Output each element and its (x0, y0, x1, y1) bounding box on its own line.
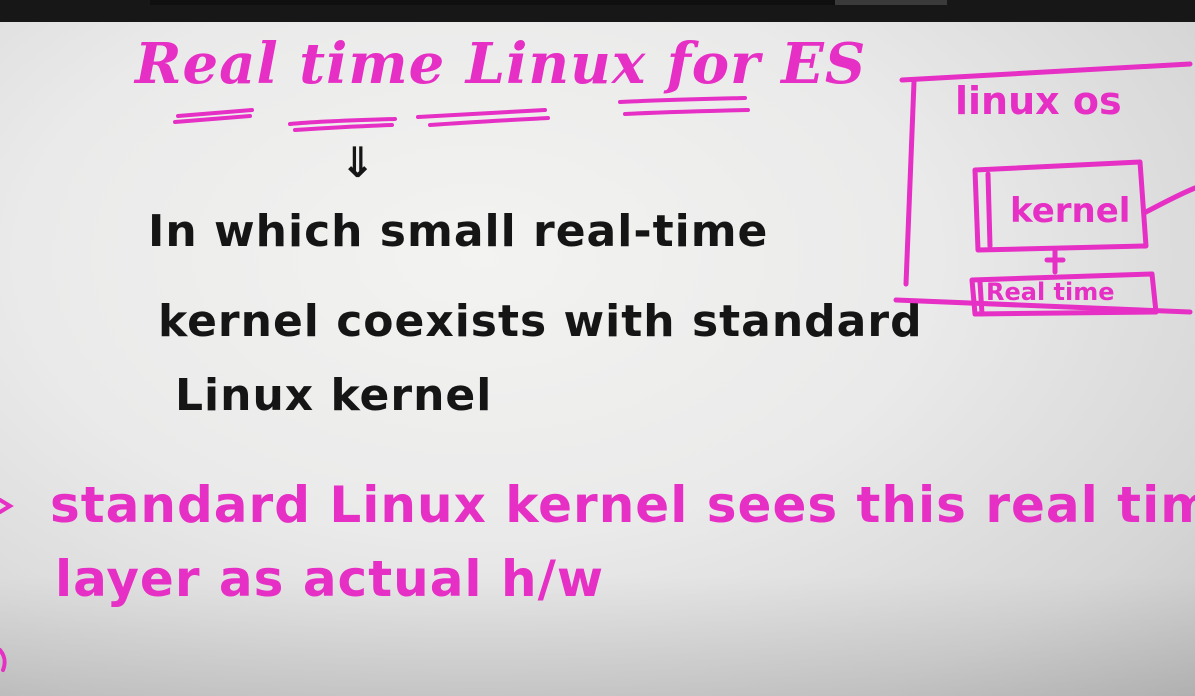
title-underline-linux-2 (428, 116, 550, 127)
outer-box-top (899, 61, 1193, 83)
title-underline-linux (416, 108, 547, 119)
title-underline-time (288, 117, 397, 126)
whiteboard: Real time Linux for ES ⇓ In which small … (0, 22, 1195, 696)
marker-strokes (0, 61, 1195, 672)
realtime-box-inner-left (977, 279, 985, 317)
title-underline-time-2 (293, 123, 394, 132)
title-underline-es-2 (623, 108, 750, 116)
video-top-bar (0, 0, 1195, 22)
kernel-box-inner-left (985, 171, 993, 249)
outer-box-left (903, 79, 917, 287)
title-underline-es (618, 96, 747, 104)
next-bullet-mark (0, 648, 7, 672)
kernel-link-line (1143, 185, 1195, 215)
kernel-box (972, 159, 1149, 253)
video-progress-bar[interactable] (150, 0, 947, 5)
video-progress-fill (150, 0, 836, 5)
bullet-arrow-icon (0, 498, 14, 514)
